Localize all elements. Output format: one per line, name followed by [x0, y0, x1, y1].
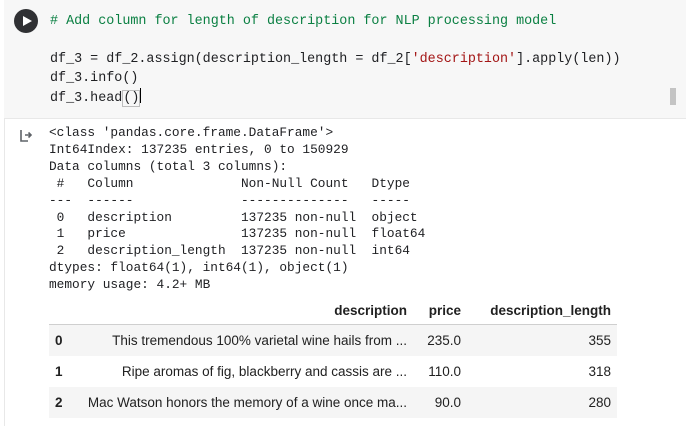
code-comment: # Add column for length of description f… — [50, 14, 557, 29]
output-line: Int64Index: 137235 entries, 0 to 150929 — [49, 141, 349, 157]
output-arrow-icon[interactable] — [18, 128, 34, 144]
code-line-2: df_3.info() — [50, 71, 139, 86]
output-line: 1 price 137235 non-null float64 — [49, 226, 426, 242]
cell-description: This tremendous 100% varietal wine hails… — [77, 324, 413, 356]
code-line-1-post: ].apply(len)) — [516, 52, 621, 67]
code-line-3: df_3.head() — [50, 88, 142, 107]
cell-price: 90.0 — [413, 387, 467, 418]
code-cell[interactable]: # Add column for length of description f… — [4, 0, 686, 119]
cell-price: 110.0 — [428, 364, 461, 379]
cell-description-length: 318 — [588, 364, 611, 379]
output-line: <class 'pandas.core.frame.DataFrame'> — [49, 125, 334, 140]
cell-description-length: 280 — [467, 387, 617, 418]
cell-description: Mac Watson honors the memory of a wine o… — [77, 387, 413, 418]
text-caret — [140, 88, 142, 103]
cell-description: Ripe aromas of fig, blackberry and cassi… — [121, 364, 407, 379]
header-index — [49, 296, 77, 325]
code-line-1-string: 'description' — [411, 52, 517, 67]
matched-parens: () — [122, 90, 141, 107]
output-text: <class 'pandas.core.frame.DataFrame'> In… — [49, 125, 425, 294]
table-row: 2 Mac Watson honors the memory of a wine… — [49, 387, 617, 418]
output-divider — [4, 118, 5, 426]
output-line: memory usage: 4.2+ MB — [49, 277, 211, 293]
output-line: 0 description 137235 non-null object — [49, 209, 426, 225]
run-cell-button[interactable] — [14, 9, 38, 33]
output-line: --- ------ -------------- ----- — [49, 192, 426, 208]
code-line-1-pre: df_3 = df_2.assign(description_length = … — [50, 52, 412, 67]
header-price: price — [413, 296, 467, 325]
output-line: Data columns (total 3 columns): — [49, 158, 288, 174]
header-description-length: description_length — [467, 296, 617, 325]
cell-description-length: 355 — [467, 324, 617, 356]
cell-price: 235.0 — [413, 324, 467, 356]
table-header-row: description price description_length — [49, 296, 617, 325]
editor-scrollbar[interactable] — [670, 88, 676, 105]
row-index: 1 — [55, 364, 63, 379]
output-line: # Column Non-Null Count Dtype — [49, 175, 426, 191]
play-icon — [23, 16, 32, 26]
table-row: 1 Ripe aromas of fig, blackberry and cas… — [49, 356, 617, 387]
dataframe-table: description price description_length 0 T… — [49, 296, 617, 418]
table-row: 0 This tremendous 100% varietal wine hai… — [49, 324, 617, 356]
row-index: 0 — [49, 324, 77, 356]
output-line: dtypes: float64(1), int64(1), object(1) — [49, 260, 349, 276]
row-index: 2 — [49, 387, 77, 418]
code-editor[interactable]: # Add column for length of description f… — [50, 12, 621, 108]
code-line-1: df_3 = df_2.assign(description_length = … — [50, 52, 621, 67]
output-line: 2 description_length 137235 non-null int… — [49, 243, 426, 259]
code-line-3-pre: df_3.head — [50, 91, 123, 106]
header-description: description — [77, 296, 413, 325]
